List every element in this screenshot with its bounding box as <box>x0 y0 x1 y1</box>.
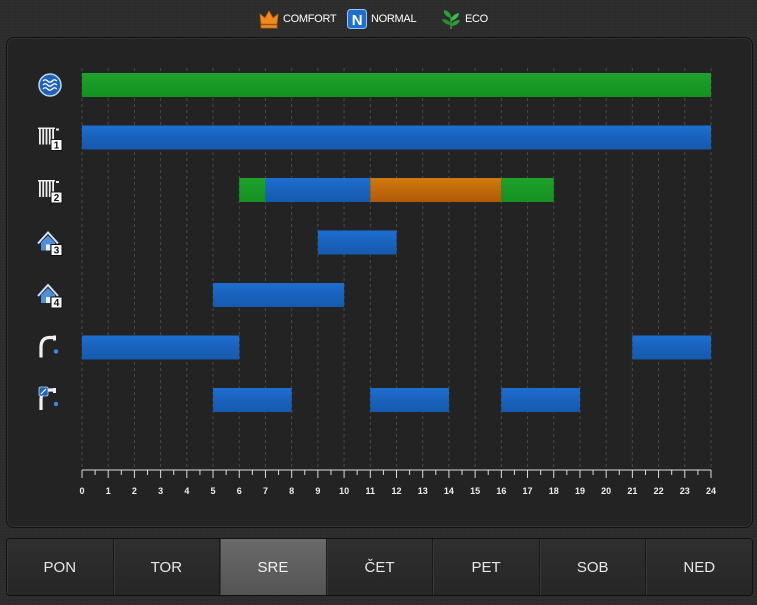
day-selector: PON TOR SRE ČET PET SOB NED <box>6 538 753 596</box>
row-badge-number: 4 <box>54 298 60 309</box>
legend-normal-label: NORMAL <box>371 13 417 25</box>
x-tick-label: 10 <box>339 486 349 496</box>
legend-eco: ECO <box>440 6 488 32</box>
x-tick-label: 8 <box>289 486 294 496</box>
legend: COMFORT N NORMAL ECO <box>0 6 757 32</box>
x-tick-label: 0 <box>79 486 84 496</box>
x-tick-label: 24 <box>706 486 716 496</box>
day-button-0[interactable]: PON <box>7 539 114 595</box>
x-tick-label: 15 <box>470 486 480 496</box>
x-axis: 0 1 2 3 4 5 6 7 8 9 10 11 12 13 14 15 16 17 18 19 20 21 22 23 24 <box>79 469 716 496</box>
schedule-segment-normal[interactable] <box>317 230 397 255</box>
schedule-segment-normal[interactable] <box>82 125 711 150</box>
schedule-segment-normal[interactable] <box>632 335 711 360</box>
schedule-segment-comfort[interactable] <box>370 178 502 202</box>
schedule-segment-normal[interactable] <box>213 388 292 412</box>
faucet-circulation-icon <box>38 386 59 410</box>
x-tick-label: 16 <box>496 486 506 496</box>
x-tick-label: 17 <box>523 486 533 496</box>
x-tick-label: 9 <box>315 486 320 496</box>
day-button-2[interactable]: SRE <box>220 539 327 595</box>
legend-comfort: COMFORT <box>258 6 337 32</box>
x-tick-label: 21 <box>627 486 637 496</box>
legend-eco-label: ECO <box>465 13 488 25</box>
x-tick-label: 12 <box>391 486 401 496</box>
schedule-segment-eco[interactable] <box>501 178 554 202</box>
x-tick-label: 7 <box>263 486 268 496</box>
schedule-segment-normal[interactable] <box>265 178 371 202</box>
schedule-segment-eco[interactable] <box>239 178 266 202</box>
schedule-segment-normal[interactable] <box>501 388 580 412</box>
day-button-5[interactable]: SOB <box>539 539 647 595</box>
x-tick-label: 23 <box>680 486 690 496</box>
n-badge-icon: N <box>347 9 367 29</box>
x-tick-label: 20 <box>601 486 611 496</box>
x-tick-label: 6 <box>237 486 242 496</box>
x-tick-label: 2 <box>132 486 137 496</box>
water-tank-icon <box>38 73 62 97</box>
x-tick-label: 4 <box>184 486 189 496</box>
x-tick-label: 19 <box>575 486 585 496</box>
schedule-segment-normal[interactable] <box>82 335 240 360</box>
x-tick-label: 3 <box>158 486 163 496</box>
leaf-icon <box>442 10 460 29</box>
legend-comfort-label: COMFORT <box>283 13 337 25</box>
schedule-segment-normal[interactable] <box>213 283 345 307</box>
schedule-panel: 1234 0 1 2 3 4 5 6 7 8 9 10 11 12 13 14 15 16 17 18 19 20 21 2… <box>6 37 753 528</box>
x-tick-label: 18 <box>549 486 559 496</box>
x-tick-label: 5 <box>211 486 216 496</box>
x-tick-label: 1 <box>106 486 111 496</box>
crown-icon <box>259 10 279 29</box>
schedule-segment-eco[interactable] <box>82 73 711 97</box>
day-button-3[interactable]: ČET <box>326 539 434 595</box>
x-tick-label: 11 <box>366 486 376 496</box>
legend-normal: N NORMAL <box>346 6 417 32</box>
row-badge-number: 3 <box>54 246 60 257</box>
day-button-4[interactable]: PET <box>433 539 540 595</box>
row-badge-number: 2 <box>54 193 60 204</box>
schedule-chart: 1234 0 1 2 3 4 5 6 7 8 9 10 11 12 13 14 15 16 17 18 19 20 21 2… <box>37 68 716 496</box>
schedule-segment-normal[interactable] <box>370 388 449 412</box>
day-button-6[interactable]: NED <box>646 539 752 595</box>
svg-text:N: N <box>352 12 363 29</box>
row-icons: 1 2 3 4 <box>37 73 63 410</box>
day-button-1[interactable]: TOR <box>113 539 221 595</box>
x-tick-label: 14 <box>444 486 454 496</box>
faucet-icon <box>39 335 59 358</box>
row-badge-number: 1 <box>54 141 60 152</box>
x-tick-label: 22 <box>654 486 664 496</box>
x-tick-label: 13 <box>418 486 428 496</box>
